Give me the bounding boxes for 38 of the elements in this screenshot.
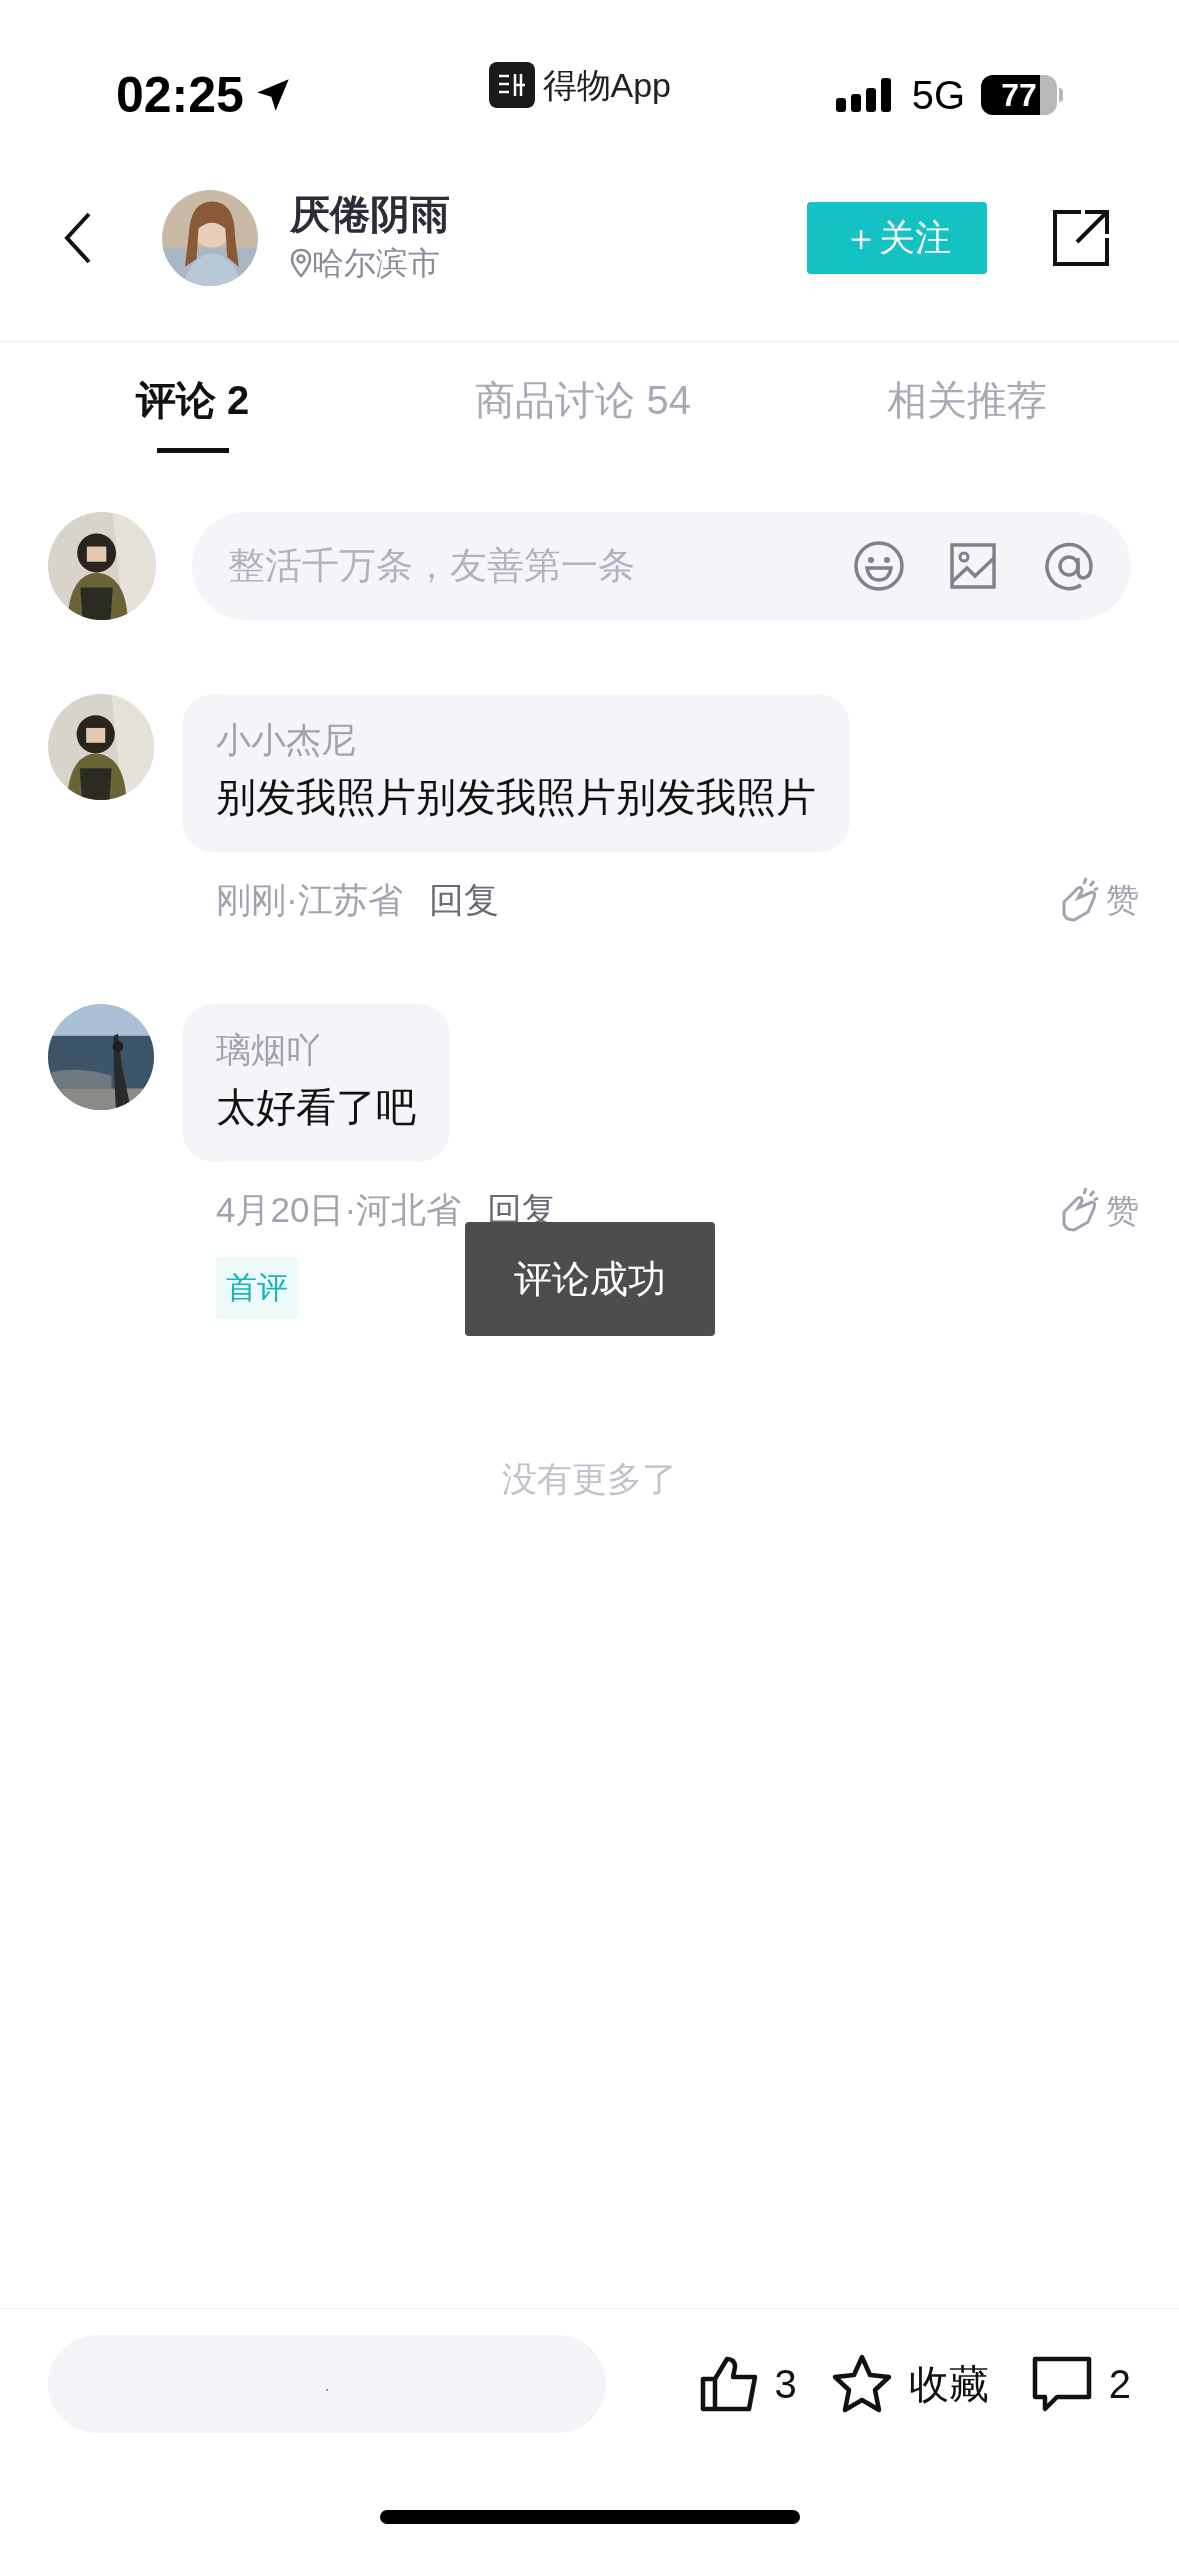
mention-icon[interactable] [1043, 540, 1095, 592]
status-time: 02:25 [116, 70, 244, 120]
like-button[interactable]: 赞 [1058, 1185, 1139, 1235]
comment-author[interactable]: 璃烟吖 [216, 1028, 416, 1072]
star-icon [830, 2352, 893, 2415]
success-toast: 评论成功 [465, 1222, 715, 1336]
end-of-list-note: 没有更多了 [501, 1458, 678, 1500]
tab[interactable]: 相关推荐 [886, 370, 1047, 430]
share-icon[interactable] [1051, 208, 1111, 268]
emoji-icon[interactable] [853, 540, 905, 592]
location-pin-icon [290, 248, 312, 278]
image-icon[interactable] [949, 542, 997, 590]
favorite-button[interactable]: 收藏 [830, 2352, 989, 2415]
app-logo-icon [488, 62, 535, 108]
battery-level: 77 [1000, 79, 1038, 111]
comment-input[interactable]: 整活千万条，友善第一条 [228, 538, 833, 594]
comment-field[interactable]: 整活千万条，友善第一条 [192, 512, 1131, 620]
comment-meta: 4月20日·河北省 [216, 1189, 462, 1231]
like-button[interactable]: 3 [698, 2353, 797, 2414]
tab[interactable]: 商品讨论 54 [475, 370, 691, 430]
like-button[interactable]: 赞 [1058, 875, 1139, 925]
tab[interactable]: 评论 2 [136, 370, 250, 453]
first-comment-badge: 首评 [216, 1256, 298, 1319]
speech-bubble-icon [1030, 2354, 1093, 2413]
comment-meta: 刚刚·江苏省 [216, 878, 403, 921]
comment-text: 太好看了吧 [216, 1084, 416, 1131]
network-label: 5G [911, 72, 965, 119]
input-value: . [324, 2371, 330, 2397]
follow-button[interactable]: ＋关注 [807, 202, 987, 274]
comment-author[interactable]: 小小杰尼 [216, 718, 816, 762]
comment-input[interactable]: . [48, 2334, 606, 2433]
reply-link[interactable]: 回复 [428, 873, 499, 927]
user-name: 厌倦阴雨 [290, 191, 450, 238]
status-app-name[interactable]: 得物App [542, 59, 671, 111]
comment-button[interactable]: 2 [1030, 2353, 1131, 2414]
thumbs-up-icon [698, 2354, 759, 2413]
user-location: 哈尔滨市 [312, 244, 440, 283]
comment-text: 别发我照片别发我照片别发我照片 [216, 773, 816, 821]
